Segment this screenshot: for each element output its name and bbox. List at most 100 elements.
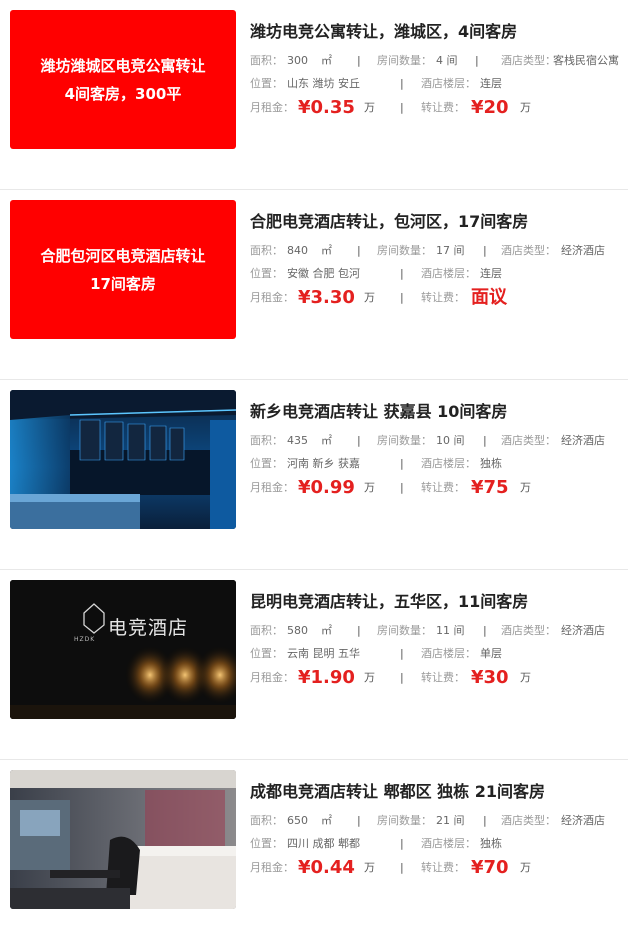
listing-location-row: 位置： 山东 潍坊 安丘 | 酒店楼层： 连层 xyxy=(250,72,628,95)
separator: | xyxy=(357,814,361,827)
rent-value: ¥0.35 xyxy=(298,97,355,118)
thumbnail-caption-line2: 17间客房 xyxy=(90,274,156,293)
listing-price-row: 月租金： ¥3.30 万 | 转让费： 面议 xyxy=(250,285,628,311)
rooms-label: 房间数量： xyxy=(377,54,432,67)
listing-thumbnail[interactable]: 合肥包河区电竞酒店转让 17间客房 xyxy=(10,200,236,339)
location-value: 山东 潍坊 安丘 xyxy=(287,77,360,90)
separator: | xyxy=(483,624,487,637)
listing-card[interactable]: 合肥包河区电竞酒店转让 17间客房 合肥电竞酒店转让，包河区，17间客房 面积：… xyxy=(0,190,628,380)
listing-price-row: 月租金： ¥0.99 万 | 转让费： ¥75 万 xyxy=(250,475,628,501)
location-value: 四川 成都 郫都 xyxy=(287,837,360,850)
separator: | xyxy=(400,101,404,114)
separator: | xyxy=(357,54,361,67)
rooms-value: 17 间 xyxy=(436,244,465,257)
rooms-value: 21 间 xyxy=(436,814,465,827)
separator: | xyxy=(400,671,404,684)
floor-label: 酒店楼层： xyxy=(421,647,476,660)
hotel-type-label: 酒店类型： xyxy=(501,244,556,257)
area-label: 面积： xyxy=(250,244,283,257)
hotel-type-label: 酒店类型： xyxy=(501,54,556,67)
area-unit: ㎡ xyxy=(321,54,332,67)
listing-thumbnail[interactable] xyxy=(10,770,236,909)
listing-info: 合肥电竞酒店转让，包河区，17间客房 面积： 840 ㎡ | 房间数量： 17 … xyxy=(250,210,628,311)
separator: | xyxy=(400,861,404,874)
floor-value: 连层 xyxy=(480,267,502,280)
location-value: 云南 昆明 五华 xyxy=(287,647,360,660)
area-value: 650 xyxy=(287,814,308,827)
area-label: 面积： xyxy=(250,624,283,637)
hotel-lobby-photo xyxy=(10,580,236,719)
separator: | xyxy=(357,244,361,257)
hotel-type-label: 酒店类型： xyxy=(501,624,556,637)
separator: | xyxy=(400,457,404,470)
hotel-type-label: 酒店类型： xyxy=(501,814,556,827)
rent-unit: 万 xyxy=(364,671,375,684)
separator: | xyxy=(483,814,487,827)
listing-thumbnail[interactable]: 电竞酒店 HZDK xyxy=(10,580,236,719)
separator: | xyxy=(357,434,361,447)
separator: | xyxy=(400,291,404,304)
listing-specs-row: 面积： 300 ㎡ | 房间数量： 4 间 | 酒店类型： 客栈民宿公寓 xyxy=(250,49,628,72)
rooms-value: 11 间 xyxy=(436,624,465,637)
listing-specs-row: 面积： 840 ㎡ | 房间数量： 17 间 | 酒店类型： 经济酒店 xyxy=(250,239,628,262)
listing-card[interactable]: 电竞酒店 HZDK 昆明电竞酒店转让，五华区，11间客房 面积： 580 ㎡ |… xyxy=(0,570,628,760)
location-label: 位置： xyxy=(250,837,283,850)
separator: | xyxy=(357,624,361,637)
transfer-fee-label: 转让费： xyxy=(421,101,465,114)
transfer-fee-value: ¥70 xyxy=(471,857,509,878)
transfer-fee-unit: 万 xyxy=(520,481,531,494)
rent-label: 月租金： xyxy=(250,291,294,304)
rent-value: ¥1.90 xyxy=(298,667,355,688)
floor-label: 酒店楼层： xyxy=(421,837,476,850)
listing-card[interactable]: 潍坊潍城区电竞公寓转让 4间客房，300平 潍坊电竞公寓转让，潍城区，4间客房 … xyxy=(0,0,628,190)
listing-title[interactable]: 合肥电竞酒店转让，包河区，17间客房 xyxy=(250,210,628,234)
listing-location-row: 位置： 安徽 合肥 包河 | 酒店楼层： 连层 xyxy=(250,262,628,285)
listing-thumbnail[interactable]: 潍坊潍城区电竞公寓转让 4间客房，300平 xyxy=(10,10,236,149)
floor-value: 单层 xyxy=(480,647,502,660)
hotel-logo-text: 电竞酒店 xyxy=(108,617,189,639)
area-label: 面积： xyxy=(250,54,283,67)
location-value: 安徽 合肥 包河 xyxy=(287,267,360,280)
rooms-label: 房间数量： xyxy=(377,624,432,637)
area-value: 435 xyxy=(287,434,308,447)
listing-title[interactable]: 成都电竞酒店转让 郫都区 独栋 21间客房 xyxy=(250,780,628,804)
listing-title[interactable]: 新乡电竞酒店转让 获嘉县 10间客房 xyxy=(250,400,628,424)
rent-unit: 万 xyxy=(364,481,375,494)
listing-title[interactable]: 昆明电竞酒店转让，五华区，11间客房 xyxy=(250,590,628,614)
thumbnail-caption-line1: 潍坊潍城区电竞公寓转让 xyxy=(40,56,206,75)
transfer-fee-label: 转让费： xyxy=(421,671,465,684)
separator: | xyxy=(400,481,404,494)
floor-value: 连层 xyxy=(480,77,502,90)
area-unit: ㎡ xyxy=(321,434,332,447)
rooms-label: 房间数量： xyxy=(377,244,432,257)
separator: | xyxy=(400,267,404,280)
separator: | xyxy=(475,54,479,67)
rent-label: 月租金： xyxy=(250,481,294,494)
rent-value: ¥0.99 xyxy=(298,477,355,498)
transfer-fee-value: ¥30 xyxy=(471,667,509,688)
hotel-type-value: 经济酒店 xyxy=(561,624,605,637)
separator: | xyxy=(400,647,404,660)
rooms-label: 房间数量： xyxy=(377,434,432,447)
separator: | xyxy=(483,434,487,447)
transfer-fee-label: 转让费： xyxy=(421,861,465,874)
listing-thumbnail[interactable] xyxy=(10,390,236,529)
listing-specs-row: 面积： 580 ㎡ | 房间数量： 11 间 | 酒店类型： 经济酒店 xyxy=(250,619,628,642)
transfer-fee-value: 面议 xyxy=(471,287,507,308)
rent-unit: 万 xyxy=(364,101,375,114)
location-label: 位置： xyxy=(250,77,283,90)
transfer-fee-label: 转让费： xyxy=(421,481,465,494)
listing-specs-row: 面积： 435 ㎡ | 房间数量： 10 间 | 酒店类型： 经济酒店 xyxy=(250,429,628,452)
area-unit: ㎡ xyxy=(321,814,332,827)
area-label: 面积： xyxy=(250,434,283,447)
transfer-fee-value: ¥20 xyxy=(471,97,509,118)
rent-label: 月租金： xyxy=(250,861,294,874)
listing-card[interactable]: 新乡电竞酒店转让 获嘉县 10间客房 面积： 435 ㎡ | 房间数量： 10 … xyxy=(0,380,628,570)
rent-value: ¥3.30 xyxy=(298,287,355,308)
listing-title[interactable]: 潍坊电竞公寓转让，潍城区，4间客房 xyxy=(250,20,628,44)
esports-room-photo xyxy=(10,390,236,529)
hotel-type-value: 经济酒店 xyxy=(561,244,605,257)
listing-location-row: 位置： 四川 成都 郫都 | 酒店楼层： 独栋 xyxy=(250,832,628,855)
hotel-room-photo xyxy=(10,770,236,909)
rooms-label: 房间数量： xyxy=(377,814,432,827)
